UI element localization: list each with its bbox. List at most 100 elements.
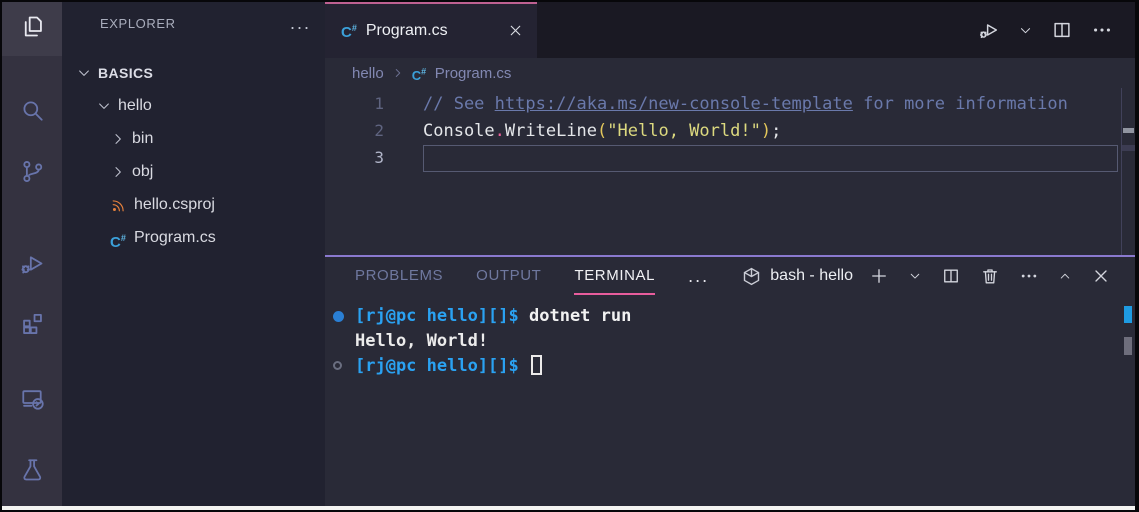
code-token: for more information [852,94,1068,114]
editor-actions [978,2,1135,58]
split-icon [1051,19,1073,41]
line-number: 2 [374,121,384,140]
tree-item-label: BASICS [98,64,154,81]
window-bottom-edge [2,506,1135,510]
tree-item-hello[interactable]: hello [62,89,325,122]
chevron-up-icon [1058,269,1072,283]
new-terminal-button[interactable] [869,266,889,286]
extensions-icon [19,310,46,342]
more-actions-button[interactable] [1091,19,1113,41]
terminal-line: [rj@pc hello][]$ [325,354,1135,379]
code-line-current: 3 [325,145,1135,172]
tree-item-basics[interactable]: BASICS [62,56,325,89]
line-number: 3 [374,148,384,167]
file-tree: BASICS hello bin obj hello.csproj C# Program.c… [62,56,325,254]
search-icon [19,97,46,129]
overview-ruler[interactable] [1121,88,1135,255]
panel-more-tabs-icon[interactable]: ... [688,267,709,285]
chevron-right-icon [110,164,126,180]
activity-bar [2,2,62,506]
terminal-line: [rj@pc hello][]$ dotnet run [325,304,1135,329]
sidebar-title: EXPLORER [100,15,176,31]
close-tab-icon[interactable] [507,22,525,40]
chevron-down-icon [76,65,92,81]
breadcrumb-file[interactable]: Program.cs [435,65,512,82]
breadcrumb: hello C# Program.cs [325,58,1135,88]
code-token: Console [423,121,495,141]
chevron-down-icon [908,269,922,283]
code-token: // See [423,94,495,114]
panel-actions: bash - hello [741,266,1111,287]
tree-item-obj[interactable]: obj [62,155,325,188]
testing-icon [19,456,46,488]
panel-tab-problems[interactable]: PROBLEMS [355,257,443,295]
explorer-more-actions-icon[interactable]: ... [290,14,311,32]
terminal-cursor [531,355,542,375]
panel-header: PROBLEMS OUTPUT TERMINAL ... bash - hello [325,257,1135,295]
terminal-body[interactable]: [rj@pc hello][]$ dotnet run Hello, World!… [325,295,1135,506]
panel-tab-terminal[interactable]: TERMINAL [574,257,656,295]
code-token: ( [597,121,608,141]
ruler-cursor-mark [1123,128,1134,133]
terminal-text: dotnet run [529,306,632,326]
tree-item-program-cs[interactable]: C# Program.cs [62,221,325,254]
split-editor-button[interactable] [1051,19,1073,41]
code-token: . [494,121,505,141]
code-token: WriteLine [504,121,598,141]
terminal-dropdown-button[interactable] [908,269,922,283]
terminal-text: [rj@pc hello][]$ [355,306,529,326]
remote-explorer-icon [19,385,46,417]
debug-icon [978,19,1000,41]
sidebar-header: EXPLORER ... [62,2,325,44]
panel-tabs: PROBLEMS OUTPUT TERMINAL [355,257,688,295]
code-editor[interactable]: 1 // See https://aka.ms/new-console-templ… [325,88,1135,255]
run-and-debug-icon [19,250,46,282]
tree-item-label: Program.cs [134,228,216,246]
activity-bar-source-control[interactable] [2,147,62,201]
terminal-instance[interactable]: bash - hello [741,266,853,287]
vscode-window: EXPLORER ... BASICS hello bin obj hello.cspr… [2,2,1135,506]
csharp-file-icon: C# [341,23,357,41]
ellipsis-icon [1091,19,1113,41]
activity-bar-run-and-debug[interactable] [2,239,62,293]
cube-icon [744,267,760,285]
tab-program-cs[interactable]: C# Program.cs [325,2,537,58]
tree-item-bin[interactable]: bin [62,122,325,155]
ruler-line-mark [1122,145,1135,151]
activity-bar-search[interactable] [2,86,62,140]
ellipsis-icon [1019,266,1039,286]
command-pending-decoration[interactable] [333,361,342,370]
editor-main-column: C# Program.cs hello C# Program.cs 1 // Se… [325,2,1135,506]
kill-terminal-button[interactable] [980,266,1000,286]
split-terminal-button[interactable] [941,266,961,286]
chevron-right-icon [110,131,126,147]
terminal-line: Hello, World! [325,329,1135,354]
maximize-panel-button[interactable] [1058,269,1072,283]
activity-bar-remote-explorer[interactable] [2,374,62,428]
split-icon [941,266,961,286]
activity-bar-explorer[interactable] [2,2,62,56]
run-or-debug-button[interactable] [978,19,1000,41]
breadcrumb-folder[interactable]: hello [352,65,384,82]
close-panel-button[interactable] [1091,266,1111,286]
panel-tab-output[interactable]: OUTPUT [476,257,541,295]
editor-tab-bar: C# Program.cs [325,2,1135,58]
tree-item-label: hello.csproj [134,195,215,213]
terminal-text: [rj@pc hello][]$ [355,356,529,376]
csharp-file-icon: C# [110,233,126,251]
more-actions-button[interactable] [1019,266,1039,286]
tree-item-label: obj [132,162,154,180]
code-line: 2 Console.WriteLine("Hello, World!"); [325,118,1135,145]
trash-icon [980,266,1000,286]
chevron-right-icon [391,66,405,80]
panel-action-icons [869,266,1111,286]
tree-item-hello-csproj[interactable]: hello.csproj [62,188,325,221]
tree-item-label: hello [118,96,152,114]
run-dropdown-button[interactable] [1018,23,1033,38]
activity-bar-testing[interactable] [2,445,62,499]
command-success-decoration[interactable] [333,311,344,322]
code-token: ; [771,121,782,141]
code-line: 1 // See https://aka.ms/new-console-templ… [325,91,1135,118]
activity-bar-extensions[interactable] [2,299,62,353]
code-token: ) [760,121,772,141]
